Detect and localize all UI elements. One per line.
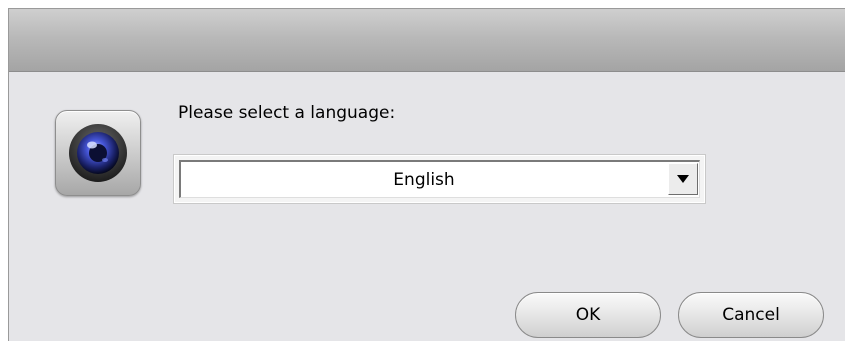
language-dialog: Please select a language: English OK Can… [8,8,845,341]
camera-lens-graphic [69,124,127,182]
title-bar[interactable] [9,9,845,72]
chevron-down-icon [677,175,689,183]
cancel-button[interactable]: Cancel [678,292,824,338]
language-prompt-label: Please select a language: [178,103,396,123]
language-select-field[interactable]: English [179,160,700,198]
dropdown-button[interactable] [668,163,698,195]
language-select[interactable]: English [174,155,705,203]
ok-button[interactable]: OK [515,292,661,338]
language-select-value[interactable]: English [181,162,667,197]
camera-lens-icon [55,110,141,196]
